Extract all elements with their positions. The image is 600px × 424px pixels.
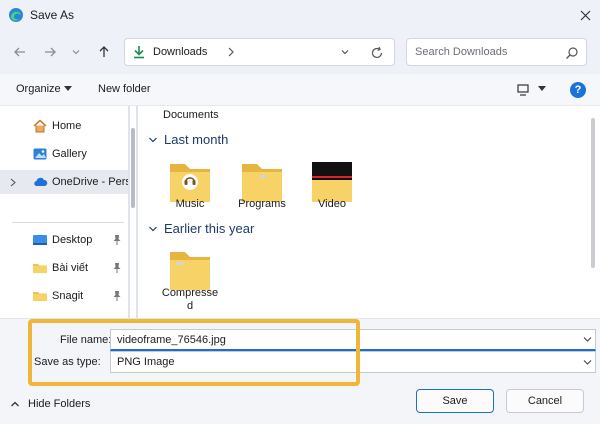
home-icon [33,119,47,133]
sidebar-item-label: Desktop [52,234,93,246]
organize-menu[interactable]: Organize [16,83,61,95]
address-bar[interactable]: Downloads [124,38,395,66]
navigation-bar: Downloads Search Downloads [0,30,600,74]
chevron-down-icon[interactable] [583,359,592,366]
hide-folders-toggle[interactable]: Hide Folders [10,398,90,410]
folder-label-line: Compresse [161,287,219,299]
group-title: Earlier this year [164,221,255,236]
file-list: Documents Last month Music Programs Vide… [138,106,600,318]
folder-label[interactable]: Documents [163,109,219,121]
forward-button[interactable] [40,42,60,62]
search-input[interactable]: Search Downloads [406,38,587,66]
group-title: Last month [164,132,229,147]
sidebar-item-label: Snagit [52,290,84,302]
sidebar-scrollbar[interactable] [130,106,136,318]
scrollbar-thumb[interactable] [131,128,135,208]
folder-icon [33,292,47,301]
sidebar-item-label: OneDrive - Perso [52,176,128,188]
chevron-right-icon[interactable] [225,45,237,59]
desktop-icon [33,235,47,245]
new-folder-button[interactable]: New folder [98,83,151,95]
refresh-icon[interactable] [369,45,385,61]
search-icon [566,47,578,59]
back-button[interactable] [10,42,30,62]
title-bar: Save As [0,0,600,30]
folder-icon [33,264,47,273]
cancel-button[interactable]: Cancel [506,389,584,413]
group-header-last-month[interactable]: Last month [148,132,228,147]
arrow-up-icon [99,46,109,57]
hide-folders-label: Hide Folders [28,398,91,410]
annotation-highlight-box [28,319,360,386]
sidebar: Home Gallery OneDrive - Perso Desktop [0,106,128,318]
folder-label[interactable]: Compresse d [155,287,225,313]
caret-down-icon[interactable] [538,86,546,92]
caret-down-icon[interactable] [64,86,72,92]
close-icon [580,10,590,20]
file-list-scrollbar[interactable] [590,106,596,318]
cloud-icon [34,177,48,186]
folder-label[interactable]: Video [297,198,367,211]
sidebar-item-onedrive[interactable]: OneDrive - Perso [0,170,128,194]
sidebar-item-desktop[interactable]: Desktop [0,228,128,252]
recent-locations-button[interactable] [66,42,86,62]
save-form: File name: videoframe_76546.jpg Save as … [0,318,600,424]
arrow-left-icon [14,47,25,57]
gallery-icon [33,148,47,160]
save-button[interactable]: Save [416,389,494,413]
folder-label[interactable]: Programs [227,198,297,211]
pin-icon[interactable] [112,234,122,246]
scrollbar-thumb[interactable] [591,118,595,268]
sidebar-item-home[interactable]: Home [0,114,128,138]
sidebar-item-label: Home [52,120,82,132]
chevron-right-icon[interactable] [10,178,16,187]
close-button[interactable] [572,2,598,28]
sidebar-divider [12,222,124,223]
sidebar-item-gallery[interactable]: Gallery [0,142,128,166]
download-icon [134,46,144,59]
chevron-down-icon [72,50,80,55]
address-text[interactable]: Downloads [153,46,207,58]
search-placeholder[interactable]: Search Downloads [415,46,507,58]
sidebar-item-label: Gallery [52,148,87,160]
pin-icon[interactable] [112,262,122,274]
chevron-down-icon [149,226,157,231]
folder-label[interactable]: Music [155,198,225,211]
chevron-down-icon[interactable] [339,46,351,58]
chevron-down-icon[interactable] [583,336,592,343]
command-bar: Organize New folder ? [0,74,600,106]
sidebar-item-label: Bài viết [52,262,89,274]
arrow-right-icon [45,47,56,57]
view-options-icon[interactable] [516,83,530,97]
edge-icon [9,8,23,22]
group-header-earlier-this-year[interactable]: Earlier this year [148,221,254,236]
pin-icon[interactable] [112,290,122,302]
sidebar-item-snagit[interactable]: Snagit [0,284,128,308]
folder-label-line: d [186,300,194,312]
sidebar-item-bai-viet[interactable]: Bài viết [0,256,128,280]
chevron-down-icon [149,137,157,142]
help-icon[interactable]: ? [570,82,586,98]
chevron-up-icon [11,401,19,407]
up-button[interactable] [94,42,114,62]
window-title: Save As [30,8,75,22]
